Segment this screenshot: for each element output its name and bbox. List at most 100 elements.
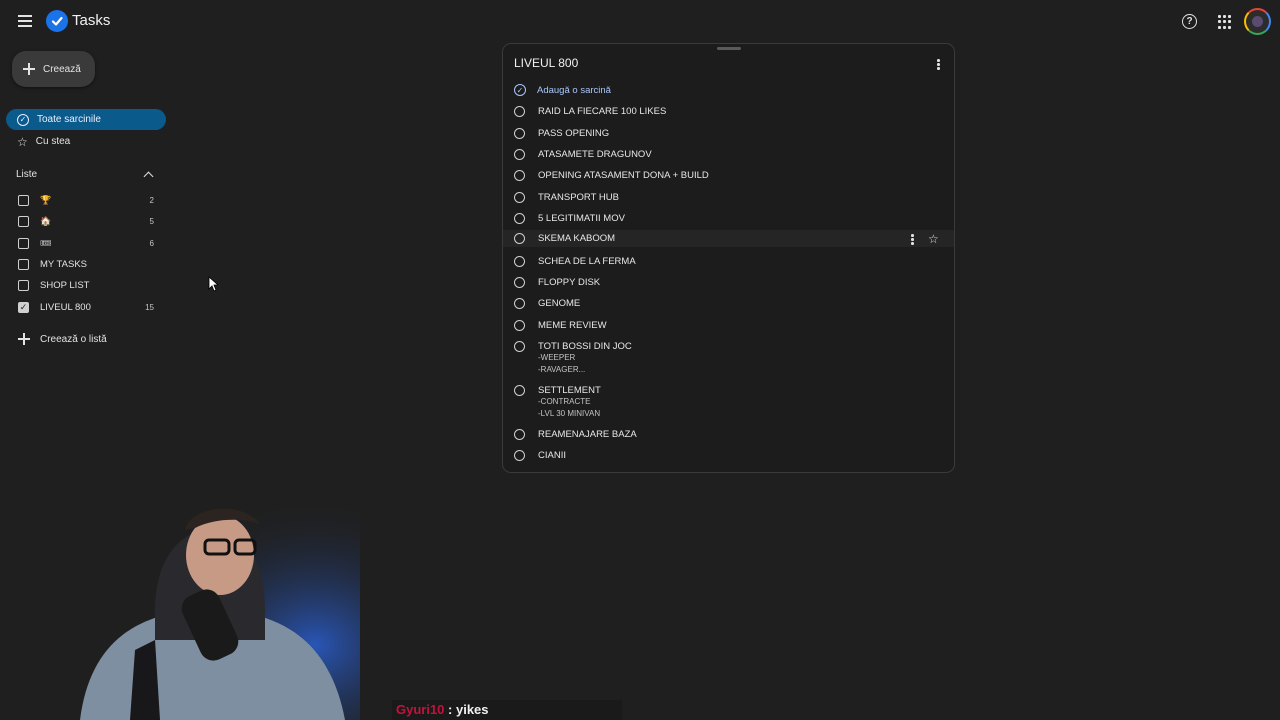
task-complete-circle[interactable]	[514, 341, 525, 352]
task-item[interactable]: PASS OPENING	[503, 125, 954, 142]
task-complete-circle[interactable]	[514, 277, 525, 288]
list-checkbox[interactable]	[18, 237, 29, 249]
task-item[interactable]: CIANII	[503, 447, 954, 464]
task-title: ATASAMETE DRAGUNOV	[538, 149, 652, 160]
task-item[interactable]: RAID LA FIECARE 100 LIKES	[503, 103, 954, 120]
list-checkbox[interactable]	[18, 194, 29, 206]
task-note-line: -RAVAGER...	[538, 364, 586, 374]
task-body: SCHEA DE LA FERMA	[538, 256, 636, 267]
task-item[interactable]: TOTI BOSSI DIN JOC -WEEPER -RAVAGER...	[503, 338, 954, 378]
task-complete-circle[interactable]	[514, 298, 525, 309]
task-complete-circle[interactable]	[514, 106, 525, 117]
list-item[interactable]: SHOP LIST	[18, 276, 154, 294]
task-complete-circle[interactable]	[514, 450, 525, 461]
create-button-label: Creează	[43, 63, 81, 75]
list-item[interactable]: 🏠 5	[18, 212, 154, 230]
list-item[interactable]: MY TASKS	[18, 255, 154, 273]
chat-message: Gyuri10 : yikes	[392, 700, 622, 720]
task-item[interactable]: TRANSPORT HUB	[503, 189, 954, 206]
list-item[interactable]: ✓ LIVEUL 800 15	[18, 298, 154, 316]
task-complete-circle[interactable]	[514, 256, 525, 267]
task-body: MEME REVIEW	[538, 320, 607, 331]
task-star-icon[interactable]: ☆	[928, 233, 939, 245]
task-item[interactable]: REAMENAJARE BAZA	[503, 426, 954, 443]
plus-icon	[23, 63, 35, 75]
list-count: 2	[149, 195, 154, 205]
add-task-icon: ✓	[514, 84, 526, 96]
plus-icon	[18, 333, 30, 345]
chat-username: Gyuri10	[396, 702, 445, 717]
tasks-logo-icon	[46, 10, 68, 32]
more-options-icon[interactable]	[937, 59, 941, 70]
lists-header-label: Liste	[16, 168, 38, 180]
task-body: 5 LEGITIMATII MOV	[538, 213, 625, 224]
check-circle-icon: ✓	[17, 113, 29, 126]
lists-section-header[interactable]: Liste	[16, 166, 156, 182]
list-checkbox[interactable]	[18, 258, 29, 270]
task-complete-circle[interactable]	[514, 213, 525, 224]
task-complete-circle[interactable]	[514, 149, 525, 160]
task-body: RAID LA FIECARE 100 LIKES	[538, 106, 666, 117]
top-app-bar: Tasks ?	[0, 0, 1280, 44]
task-title: FLOPPY DISK	[538, 277, 601, 288]
task-complete-circle[interactable]	[514, 429, 525, 440]
chat-separator: :	[444, 702, 456, 717]
task-item[interactable]: SCHEA DE LA FERMA	[503, 253, 954, 270]
task-complete-circle[interactable]	[514, 170, 525, 181]
list-checkbox[interactable]	[18, 215, 29, 227]
task-complete-circle[interactable]	[514, 192, 525, 203]
apps-grid-icon[interactable]	[1218, 15, 1232, 29]
task-note-line: -CONTRACTE	[538, 397, 591, 406]
task-title: SCHEA DE LA FERMA	[538, 256, 636, 267]
task-item[interactable]: FLOPPY DISK	[503, 274, 954, 291]
task-complete-circle[interactable]	[514, 320, 525, 331]
list-count: 6	[149, 238, 154, 248]
add-task-button[interactable]: ✓ Adaugă o sarcină	[514, 82, 611, 98]
task-item[interactable]: 5 LEGITIMATII MOV	[503, 210, 954, 227]
list-name: SHOP LIST	[40, 279, 90, 291]
create-button[interactable]: Creează	[12, 51, 95, 87]
task-title: PASS OPENING	[538, 128, 610, 139]
list-checkbox-checked[interactable]: ✓	[18, 301, 29, 313]
task-title: TOTI BOSSI DIN JOC	[538, 341, 632, 352]
task-list-panel: LIVEUL 800 ✓ Adaugă o sarcină RAID LA FI…	[502, 43, 955, 473]
task-item[interactable]: MEME REVIEW	[503, 317, 954, 334]
task-title: SKEMA KABOOM	[538, 233, 616, 244]
task-item[interactable]: SKEMA KABOOM ☆	[503, 230, 954, 247]
task-item[interactable]: OPENING ATASAMENT DONA + BUILD	[503, 167, 954, 184]
task-title: MEME REVIEW	[538, 320, 607, 331]
list-name: 🎟	[40, 237, 52, 248]
drag-handle[interactable]	[717, 47, 741, 50]
create-list-label: Creează o listă	[40, 333, 107, 345]
task-body: SETTLEMENT -CONTRACTE -LVL 30 MINIVAN	[538, 385, 601, 419]
task-item[interactable]: GENOME	[503, 295, 954, 312]
list-item[interactable]: 🏆 2	[18, 191, 154, 209]
task-body: REAMENAJARE BAZA	[538, 429, 637, 440]
task-more-options-icon[interactable]	[911, 234, 915, 245]
list-checkbox[interactable]	[18, 279, 29, 291]
task-body: TRANSPORT HUB	[538, 192, 619, 203]
mouse-pointer-icon	[208, 276, 218, 292]
account-avatar[interactable]	[1244, 8, 1271, 35]
help-icon[interactable]: ?	[1182, 14, 1197, 29]
task-body: PASS OPENING	[538, 128, 609, 139]
task-note-line: -LVL 30 MINIVAN	[538, 408, 601, 418]
list-item[interactable]: 🎟 6	[18, 234, 154, 252]
app-title: Tasks	[72, 12, 111, 29]
list-name: 🏠	[40, 215, 52, 226]
task-body: CIANII	[538, 450, 566, 461]
add-task-label: Adaugă o sarcină	[537, 84, 611, 96]
nav-all-tasks[interactable]: ✓ Toate sarcinile	[6, 109, 166, 130]
task-body: ATASAMETE DRAGUNOV	[538, 149, 652, 160]
nav-starred[interactable]: ☆ Cu stea	[6, 131, 166, 152]
task-note-line: -WEEPER	[538, 353, 576, 362]
panel-title: LIVEUL 800	[514, 56, 579, 70]
task-complete-circle[interactable]	[514, 128, 525, 139]
task-complete-circle[interactable]	[514, 385, 525, 396]
task-item[interactable]: SETTLEMENT -CONTRACTE -LVL 30 MINIVAN	[503, 382, 954, 422]
task-complete-circle[interactable]	[514, 233, 525, 244]
create-list-button[interactable]: Creează o listă	[18, 330, 107, 348]
task-item[interactable]: ATASAMETE DRAGUNOV	[503, 146, 954, 163]
task-title: 5 LEGITIMATII MOV	[538, 213, 625, 224]
main-menu-icon[interactable]	[14, 10, 36, 32]
